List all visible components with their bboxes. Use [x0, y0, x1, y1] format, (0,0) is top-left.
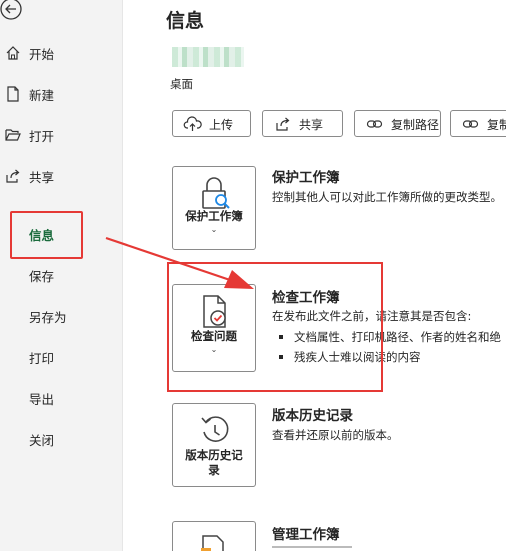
nav-label: 导出 [29, 391, 55, 407]
link-icon [366, 120, 383, 128]
backstage-sidebar: 开始 新建 打开 共享 信息 保存 另存为 打印 导出 关闭 [0, 0, 123, 551]
share-icon [276, 117, 290, 131]
history-clock-icon [201, 416, 229, 442]
nav-item-share[interactable]: 共享 [0, 159, 123, 193]
folder-open-icon [5, 129, 21, 141]
nav-item-save[interactable]: 保存 [0, 258, 123, 292]
home-icon [6, 46, 20, 60]
nav-label: 开始 [29, 46, 55, 62]
version-history-button[interactable]: 版本历史记 录 [172, 403, 256, 487]
nav-label: 另存为 [29, 309, 67, 325]
upload-icon [183, 116, 202, 131]
version-history-label-wrap: 录 [208, 463, 220, 477]
link-icon [462, 120, 479, 128]
nav-item-export[interactable]: 导出 [0, 381, 123, 415]
blurred-file-name [172, 47, 244, 67]
protect-workbook-label: 保护工作簿 [185, 209, 243, 223]
protect-workbook-description: 控制其他人可以对此工作簿所做的更改类型。 [272, 190, 502, 204]
divider [272, 546, 352, 548]
back-button[interactable] [0, 0, 24, 22]
nav-label: 保存 [29, 268, 55, 284]
info-pane: 信息 桌面 上传 共享 复制路径 复制本 [124, 0, 506, 551]
upload-label: 上传 [209, 118, 234, 132]
nav-item-new[interactable]: 新建 [0, 77, 123, 111]
nav-item-print[interactable]: 打印 [0, 340, 123, 374]
nav-item-home[interactable]: 开始 [0, 36, 123, 70]
share-button[interactable]: 共享 [262, 110, 343, 137]
nav-label: 打印 [29, 350, 55, 366]
back-arrow-icon [0, 0, 22, 20]
version-history-label: 版本历史记 [185, 448, 243, 462]
protect-workbook-button[interactable]: 保护工作簿 ⌄ [172, 166, 256, 250]
nav-item-close[interactable]: 关闭 [0, 422, 123, 456]
share-label: 共享 [299, 118, 324, 132]
nav-label: 新建 [29, 87, 55, 103]
version-history-description: 查看并还原以前的版本。 [272, 428, 399, 442]
chevron-down-icon: ⌄ [210, 225, 218, 234]
nav-label: 打开 [29, 128, 55, 144]
copy-path-label: 复制路径 [391, 118, 440, 132]
nav-item-open[interactable]: 打开 [0, 118, 123, 152]
lock-search-icon [202, 177, 230, 209]
manage-workbook-icon [201, 535, 224, 551]
page-title: 信息 [166, 10, 205, 32]
upload-button[interactable]: 上传 [172, 110, 251, 137]
nav-label: 共享 [29, 169, 55, 185]
copy-local-path-button[interactable]: 复制本 [450, 110, 506, 137]
protect-workbook-title: 保护工作簿 [272, 170, 340, 186]
highlight-box-info [10, 211, 83, 259]
nav-item-save-as[interactable]: 另存为 [0, 299, 123, 333]
manage-workbook-button[interactable] [172, 521, 256, 551]
nav-label: 关闭 [29, 432, 55, 448]
manage-workbook-title: 管理工作簿 [272, 527, 340, 543]
share-icon [6, 169, 20, 183]
copy-path-button[interactable]: 复制路径 [354, 110, 441, 137]
new-document-icon [7, 86, 19, 102]
file-location: 桌面 [170, 77, 193, 91]
highlight-box-inspect [167, 262, 383, 392]
version-history-title: 版本历史记录 [272, 408, 353, 424]
copy-local-path-label: 复制本 [487, 118, 506, 132]
